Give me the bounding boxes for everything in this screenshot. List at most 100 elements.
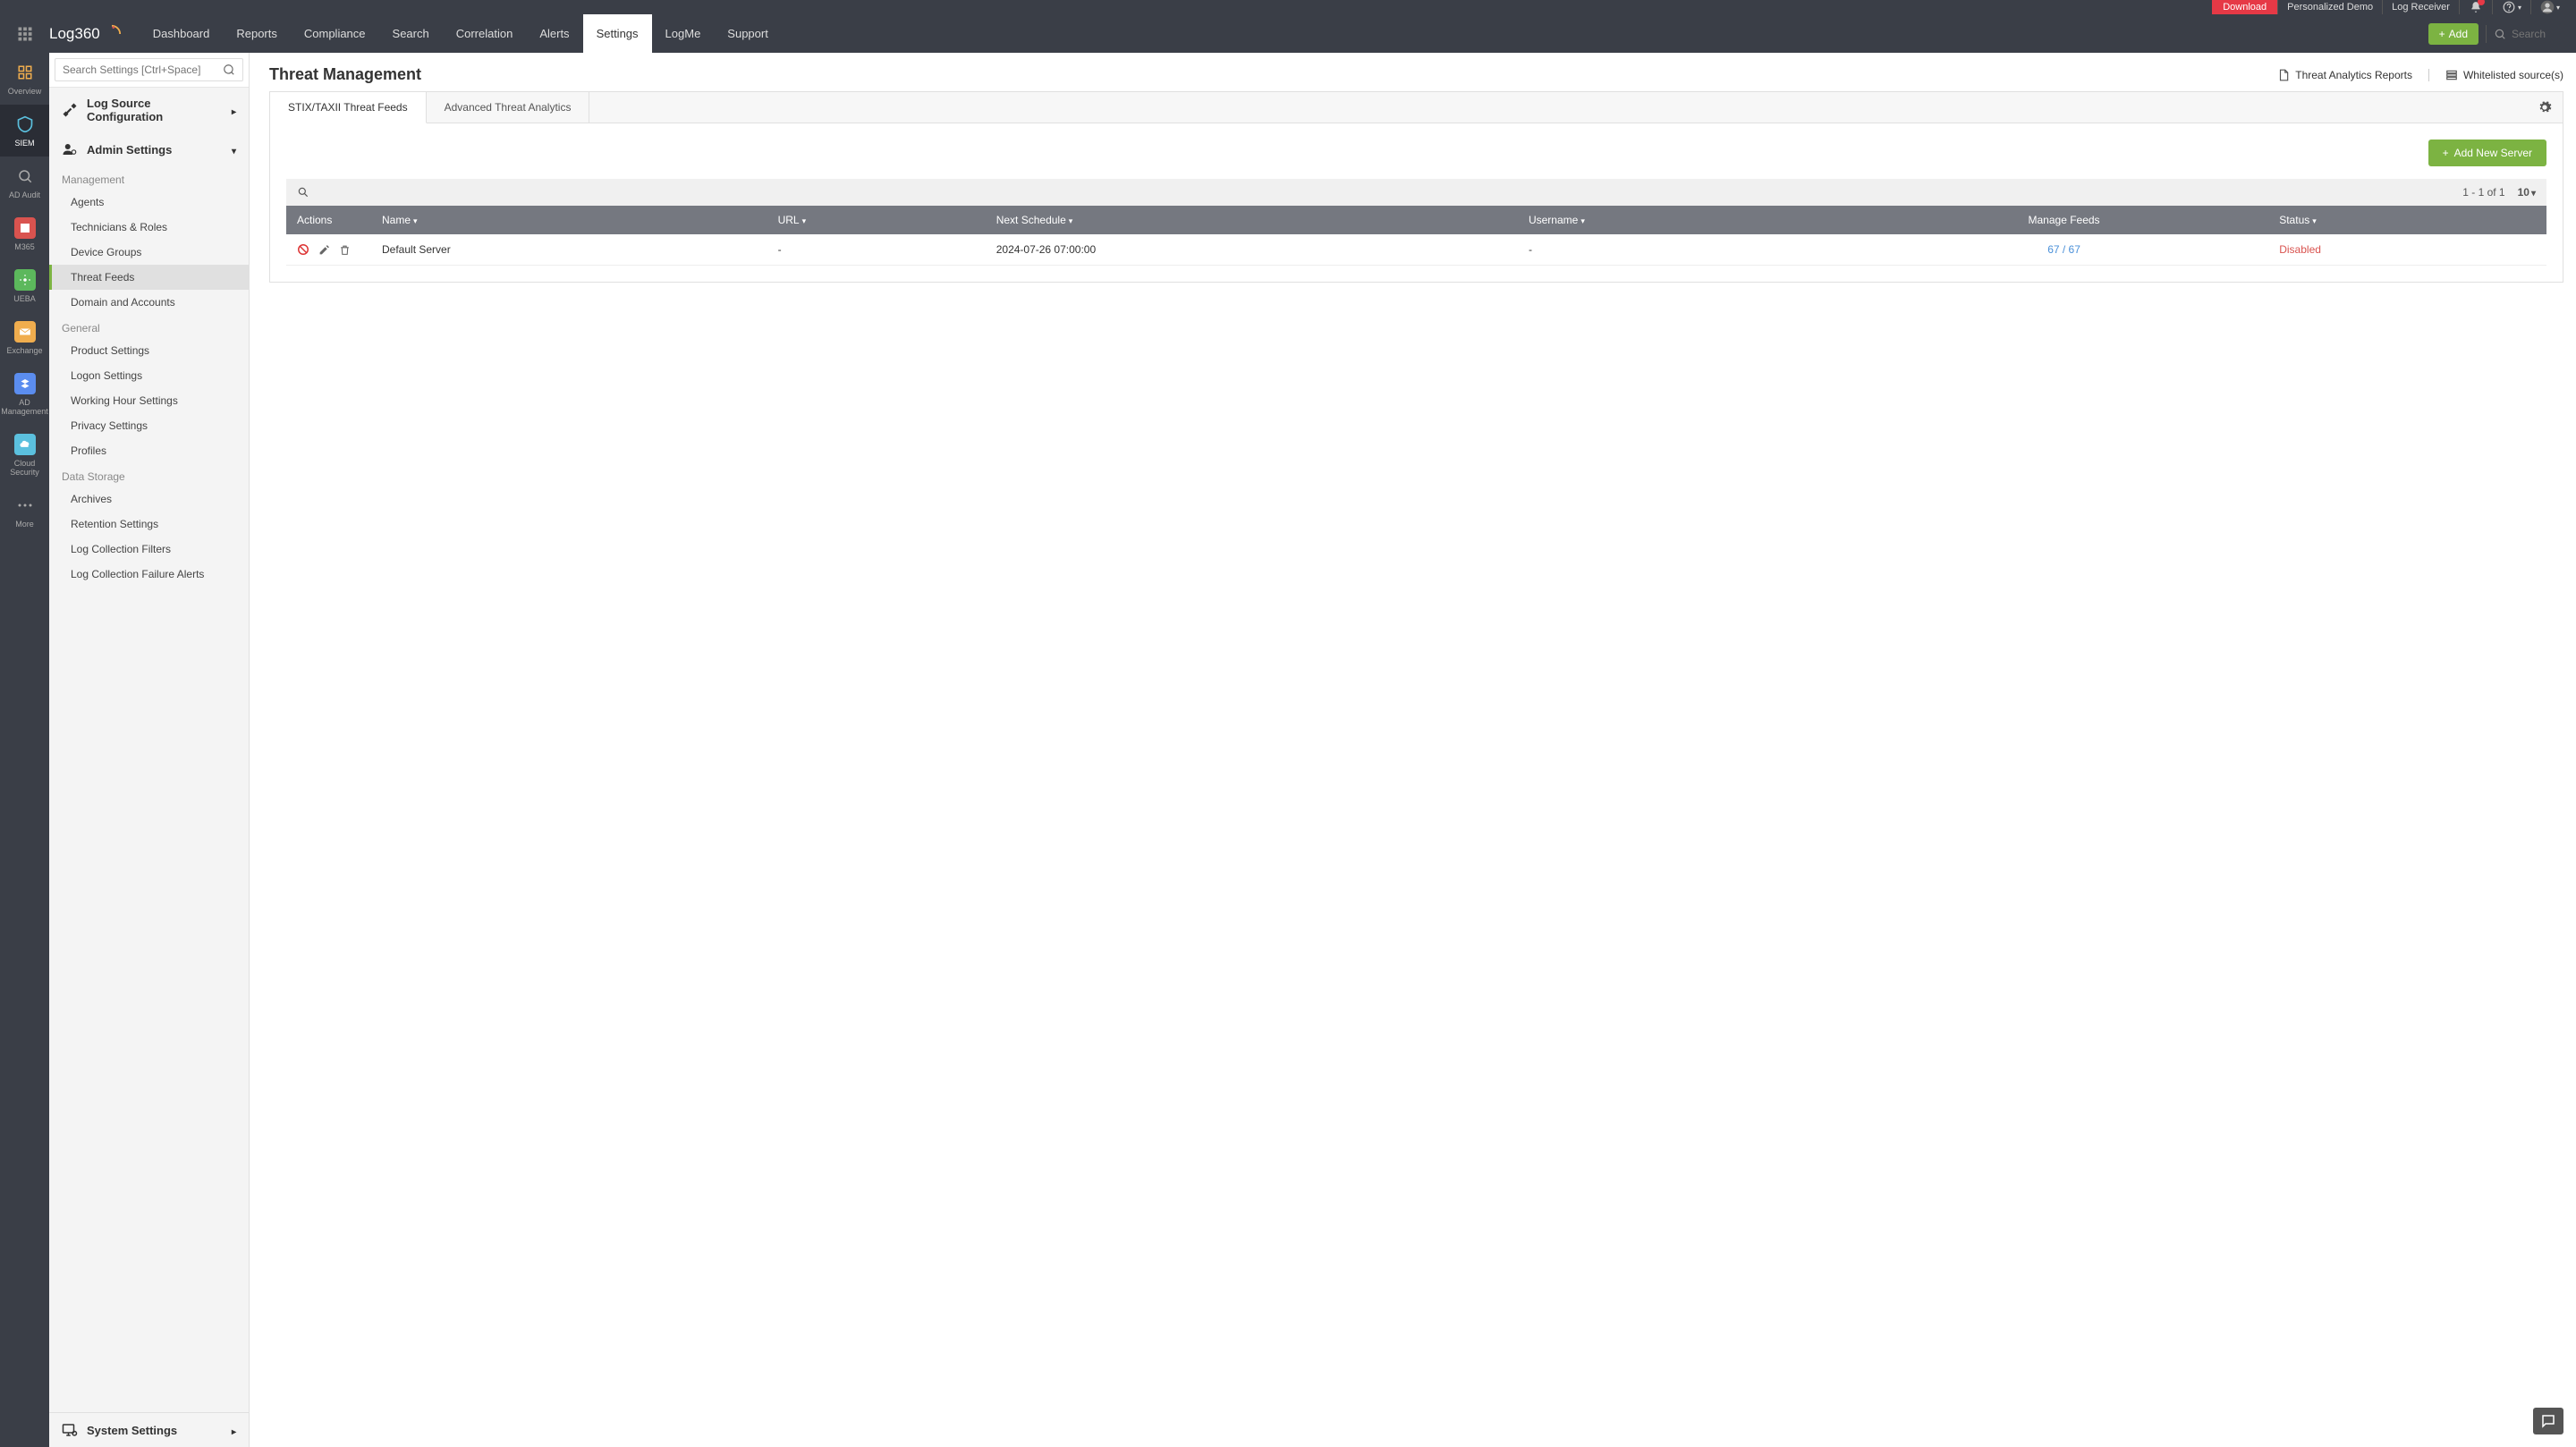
sort-icon: ▾: [413, 216, 418, 225]
nav-correlation[interactable]: Correlation: [443, 14, 527, 53]
main-nav: Dashboard Reports Compliance Search Corr…: [140, 14, 2428, 53]
search-icon: [2494, 28, 2506, 40]
sidebar-working-hour[interactable]: Working Hour Settings: [49, 388, 249, 413]
gear-icon: [2538, 100, 2552, 114]
trash-icon: [339, 244, 351, 256]
sidebar-log-failure-alerts[interactable]: Log Collection Failure Alerts: [49, 562, 249, 587]
sidebar-product-settings[interactable]: Product Settings: [49, 338, 249, 363]
apps-grid-button[interactable]: [0, 26, 49, 42]
nav-compliance[interactable]: Compliance: [291, 14, 379, 53]
sidebar-log-filters[interactable]: Log Collection Filters: [49, 537, 249, 562]
sidebar-privacy[interactable]: Privacy Settings: [49, 413, 249, 438]
search-icon: [297, 186, 309, 199]
nav-logme[interactable]: LogMe: [652, 14, 715, 53]
tab-stix-taxii[interactable]: STIX/TAXII Threat Feeds: [270, 92, 427, 123]
demo-label: Personalized Demo: [2287, 2, 2373, 13]
group-storage-label: Data Storage: [49, 463, 249, 487]
leftrail-overview[interactable]: Overview: [0, 53, 49, 105]
download-button[interactable]: Download: [2212, 0, 2277, 14]
overview-icon: [14, 62, 36, 83]
chat-icon: [2540, 1413, 2556, 1429]
nav-alerts[interactable]: Alerts: [526, 14, 582, 53]
nav-support[interactable]: Support: [714, 14, 782, 53]
logo[interactable]: Log360: [49, 24, 140, 44]
header-search-input[interactable]: [2512, 28, 2565, 40]
table-row: Default Server - 2024-07-26 07:00:00 - 6…: [286, 234, 2546, 266]
sidebar-archives[interactable]: Archives: [49, 487, 249, 512]
exchange-icon: [14, 321, 36, 343]
more-icon: [14, 495, 36, 516]
sidebar-system-settings[interactable]: System Settings: [49, 1412, 249, 1447]
sidebar-search-input[interactable]: [55, 58, 243, 81]
leftrail-cloud-security[interactable]: Cloud Security: [0, 425, 49, 486]
sidebar-technicians[interactable]: Technicians & Roles: [49, 215, 249, 240]
content: Threat Management Threat Analytics Repor…: [250, 53, 2576, 1447]
cloudsec-icon: [14, 434, 36, 455]
help-button[interactable]: ▾: [2492, 0, 2530, 14]
leftrail-ueba[interactable]: UEBA: [0, 260, 49, 312]
sidebar-admin-settings[interactable]: Admin Settings: [49, 132, 249, 166]
leftrail-more[interactable]: More: [0, 486, 49, 537]
add-button[interactable]: + Add: [2428, 23, 2479, 45]
disable-button[interactable]: [297, 243, 309, 256]
sort-icon: ▾: [1580, 216, 1585, 225]
tab-settings-gear[interactable]: [2527, 100, 2563, 114]
page-size-dropdown[interactable]: 10: [2518, 186, 2536, 199]
sort-icon: ▾: [2312, 216, 2317, 225]
plus-icon: +: [2439, 28, 2445, 40]
threat-analytics-reports-link[interactable]: Threat Analytics Reports: [2277, 69, 2412, 81]
user-icon: [2540, 0, 2555, 14]
pagination-info: 1 - 1 of 1: [2462, 186, 2504, 199]
whitelisted-sources-link[interactable]: Whitelisted source(s): [2428, 69, 2563, 81]
ueba-icon: [14, 269, 36, 291]
log-receiver-label: Log Receiver: [2392, 2, 2450, 13]
nav-search[interactable]: Search: [379, 14, 443, 53]
sort-icon: ▾: [802, 216, 807, 225]
col-next-schedule[interactable]: Next Schedule▾: [986, 206, 1518, 234]
nav-dashboard[interactable]: Dashboard: [140, 14, 224, 53]
personalized-demo-link[interactable]: Personalized Demo: [2277, 0, 2382, 14]
manage-feeds-link[interactable]: 67 / 67: [2047, 243, 2080, 256]
sidebar-threat-feeds[interactable]: Threat Feeds: [49, 265, 249, 290]
sidebar-domain-accounts[interactable]: Domain and Accounts: [49, 290, 249, 315]
nav-reports[interactable]: Reports: [223, 14, 291, 53]
add-label: Add: [2449, 28, 2468, 40]
notifications-button[interactable]: [2459, 0, 2492, 14]
col-status[interactable]: Status▾: [2268, 206, 2546, 234]
header: Log360 Dashboard Reports Compliance Sear…: [0, 14, 2576, 53]
edit-button[interactable]: [318, 244, 330, 256]
sidebar-agents[interactable]: Agents: [49, 190, 249, 215]
leftrail-ad-management[interactable]: AD Management: [0, 364, 49, 425]
sidebar-logon-settings[interactable]: Logon Settings: [49, 363, 249, 388]
tab-advanced-analytics[interactable]: Advanced Threat Analytics: [427, 92, 590, 123]
leftrail-exchange[interactable]: Exchange: [0, 312, 49, 364]
sidebar-profiles[interactable]: Profiles: [49, 438, 249, 463]
page-title: Threat Management: [269, 65, 421, 84]
nav-settings[interactable]: Settings: [583, 14, 652, 53]
cell-url: -: [767, 234, 986, 266]
col-name[interactable]: Name▾: [371, 206, 767, 234]
chat-fab[interactable]: [2533, 1408, 2563, 1434]
chevron-right-icon: [232, 1424, 236, 1437]
col-username[interactable]: Username▾: [1518, 206, 1860, 234]
user-menu-button[interactable]: ▾: [2530, 0, 2569, 14]
threat-feeds-table: Actions Name▾ URL▾ Next Schedule▾ Userna…: [286, 206, 2546, 266]
col-url[interactable]: URL▾: [767, 206, 986, 234]
sort-icon: ▾: [1069, 216, 1073, 225]
users-gear-icon: [62, 141, 78, 157]
leftrail-ad-audit[interactable]: AD Audit: [0, 157, 49, 208]
leftrail-m365[interactable]: M365: [0, 208, 49, 260]
m365-icon: [14, 217, 36, 239]
document-icon: [2277, 69, 2290, 81]
add-new-server-button[interactable]: + Add New Server: [2428, 140, 2546, 166]
sidebar-device-groups[interactable]: Device Groups: [49, 240, 249, 265]
log-receiver-link[interactable]: Log Receiver: [2382, 0, 2459, 14]
plus-icon: +: [2443, 147, 2449, 159]
sidebar-retention[interactable]: Retention Settings: [49, 512, 249, 537]
leftrail-siem[interactable]: SIEM: [0, 105, 49, 157]
table-search-button[interactable]: [297, 186, 309, 199]
sidebar-log-source[interactable]: Log Source Configuration: [49, 88, 249, 132]
header-search[interactable]: [2494, 28, 2565, 40]
delete-button[interactable]: [339, 244, 351, 256]
col-actions: Actions: [286, 206, 371, 234]
